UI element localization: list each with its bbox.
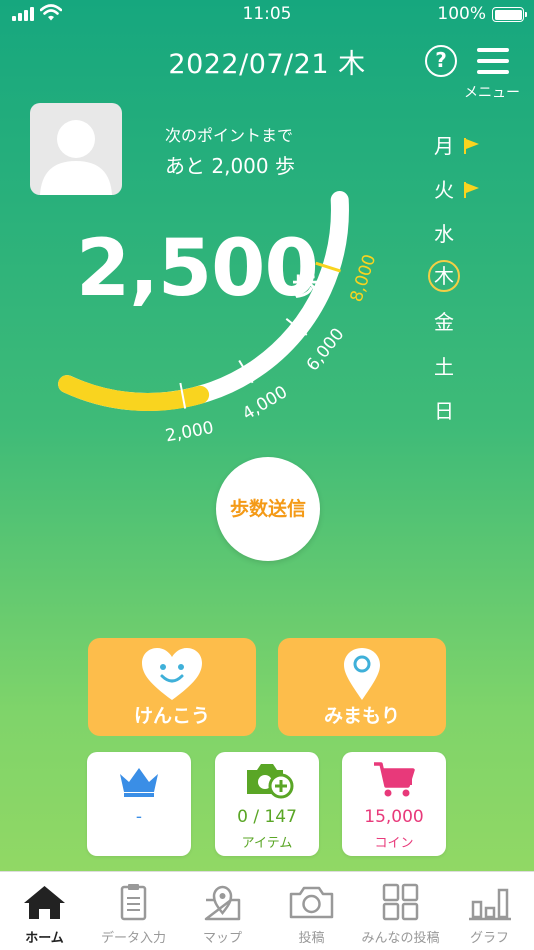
tab-home[interactable]: ホーム bbox=[0, 872, 89, 950]
camera-plus-icon bbox=[247, 764, 294, 799]
camera-icon bbox=[289, 886, 334, 919]
gauge-tick-label: 4,000 bbox=[239, 382, 291, 424]
gauge-tick-label: 6,000 bbox=[303, 324, 349, 375]
tab-label: みんなの投稿 bbox=[361, 931, 440, 946]
weekday-tue[interactable]: 火 bbox=[428, 174, 479, 206]
tab-map[interactable]: マップ bbox=[178, 872, 267, 950]
cart-icon bbox=[374, 762, 415, 797]
remaining-steps: あと 2,000 歩 bbox=[165, 154, 295, 178]
watch-label: みまもり bbox=[323, 705, 400, 727]
rank-tile[interactable]: - bbox=[87, 752, 191, 856]
bottom-tab-bar: ホーム データ入力 マップ 投稿 みんなの投稿 グラフ bbox=[0, 871, 534, 950]
coins-value: 15,000 bbox=[364, 807, 424, 827]
tab-everyone-posts[interactable]: みんなの投稿 bbox=[356, 872, 445, 950]
flag-icon bbox=[464, 138, 479, 154]
rank-value: - bbox=[135, 807, 143, 827]
step-count: 2,500 bbox=[76, 224, 319, 314]
tab-label: マップ bbox=[202, 931, 242, 946]
gauge-tick-label: 8,000 bbox=[347, 252, 381, 304]
items-tile[interactable]: 0 / 147 アイテム bbox=[215, 752, 319, 856]
tab-graph[interactable]: グラフ bbox=[445, 872, 534, 950]
send-steps-button[interactable]: 歩数送信 bbox=[216, 457, 320, 561]
weekday-wed[interactable]: 水 bbox=[428, 218, 460, 250]
coins-label: コイン bbox=[374, 836, 414, 851]
grid-icon bbox=[382, 883, 419, 921]
tab-data-input[interactable]: データ入力 bbox=[89, 872, 178, 950]
health-label: けんこう bbox=[133, 705, 210, 727]
gauge-tick-label: 2,000 bbox=[164, 418, 216, 447]
tab-label: 投稿 bbox=[298, 931, 325, 946]
clipboard-icon bbox=[120, 884, 147, 921]
step-unit: 歩 bbox=[292, 272, 319, 302]
next-point-info: 次のポイントまで あと 2,000 歩 bbox=[165, 122, 295, 179]
weekday-sat[interactable]: 土 bbox=[428, 351, 460, 383]
weekday-sun[interactable]: 日 bbox=[428, 395, 460, 427]
heart-face-icon bbox=[142, 648, 202, 700]
flag-icon bbox=[464, 182, 479, 198]
weekday-fri[interactable]: 金 bbox=[428, 306, 460, 338]
weekday-thu[interactable]: 木 bbox=[428, 260, 460, 292]
tab-post[interactable]: 投稿 bbox=[267, 872, 356, 950]
items-value: 0 / 147 bbox=[237, 807, 297, 827]
items-label: アイテム bbox=[241, 836, 293, 851]
home-icon bbox=[24, 886, 65, 919]
tab-label: データ入力 bbox=[100, 931, 166, 946]
next-point-label: 次のポイントまで bbox=[165, 126, 294, 145]
crown-icon bbox=[120, 768, 158, 797]
health-button[interactable]: けんこう bbox=[88, 638, 256, 736]
bar-chart-icon bbox=[469, 888, 511, 921]
coins-tile[interactable]: 15,000 コイン bbox=[342, 752, 446, 856]
tab-label: グラフ bbox=[469, 931, 509, 946]
watch-button[interactable]: みまもり bbox=[278, 638, 446, 736]
tab-label: ホーム bbox=[25, 931, 64, 946]
weekday-mon[interactable]: 月 bbox=[428, 130, 479, 162]
location-pin-icon bbox=[344, 648, 380, 700]
map-icon bbox=[204, 885, 241, 921]
